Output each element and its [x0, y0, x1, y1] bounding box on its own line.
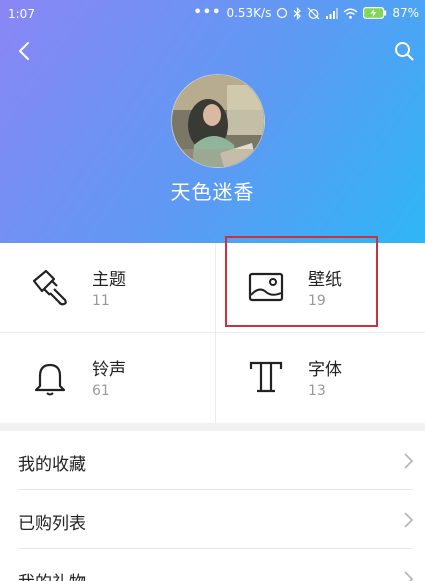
- category-title: 主题: [92, 270, 126, 290]
- chevron-right-icon: [404, 512, 414, 528]
- font-icon: [249, 361, 283, 393]
- wifi-icon: [343, 8, 358, 19]
- category-title: 字体: [308, 360, 342, 380]
- chevron-right-icon: [404, 571, 414, 581]
- category-ringtone[interactable]: 铃声 61: [0, 333, 212, 422]
- status-time: 1:07: [8, 7, 35, 21]
- menu-item-purchased[interactable]: 已购列表: [0, 490, 425, 549]
- avatar-photo: [172, 75, 264, 167]
- chevron-right-icon: [404, 453, 414, 469]
- bluetooth-icon: [293, 6, 302, 20]
- category-count: 11: [92, 293, 110, 309]
- do-not-disturb-icon: [277, 7, 288, 19]
- menu-list: 我的收藏 已购列表 我的礼物: [0, 431, 425, 581]
- category-font[interactable]: 字体 13: [216, 333, 425, 422]
- battery-charging-icon: [363, 7, 387, 19]
- menu-item-label: 已购列表: [18, 514, 86, 534]
- category-title: 铃声: [92, 360, 126, 380]
- menu-item-label: 我的收藏: [18, 455, 86, 475]
- category-count: 61: [92, 383, 110, 399]
- menu-item-label: 我的礼物: [18, 568, 86, 581]
- bell-icon: [34, 363, 66, 396]
- menu-item-gifts[interactable]: 我的礼物: [0, 549, 425, 581]
- category-count: 13: [308, 383, 326, 399]
- signal-icon: [326, 7, 339, 19]
- status-bar: 1:07 ••• 0.53K/s 87%: [0, 0, 425, 28]
- menu-item-favorites[interactable]: 我的收藏: [0, 431, 425, 490]
- highlight-box: [225, 236, 378, 327]
- battery-percentage: 87%: [392, 6, 419, 20]
- section-gap: [0, 423, 425, 431]
- category-theme[interactable]: 主题 11: [0, 243, 212, 332]
- profile-header: 1:07 ••• 0.53K/s 87% 天色迷香: [0, 0, 425, 243]
- search-icon[interactable]: [393, 40, 415, 62]
- brush-icon: [32, 269, 67, 306]
- network-speed: 0.53K/s: [226, 6, 272, 20]
- back-icon[interactable]: [14, 40, 36, 62]
- alarm-off-icon: [307, 7, 320, 19]
- avatar[interactable]: [171, 74, 265, 168]
- more-notifications-icon: •••: [193, 5, 222, 20]
- status-indicators: ••• 0.53K/s 87%: [194, 6, 420, 20]
- username: 天色迷香: [170, 180, 255, 204]
